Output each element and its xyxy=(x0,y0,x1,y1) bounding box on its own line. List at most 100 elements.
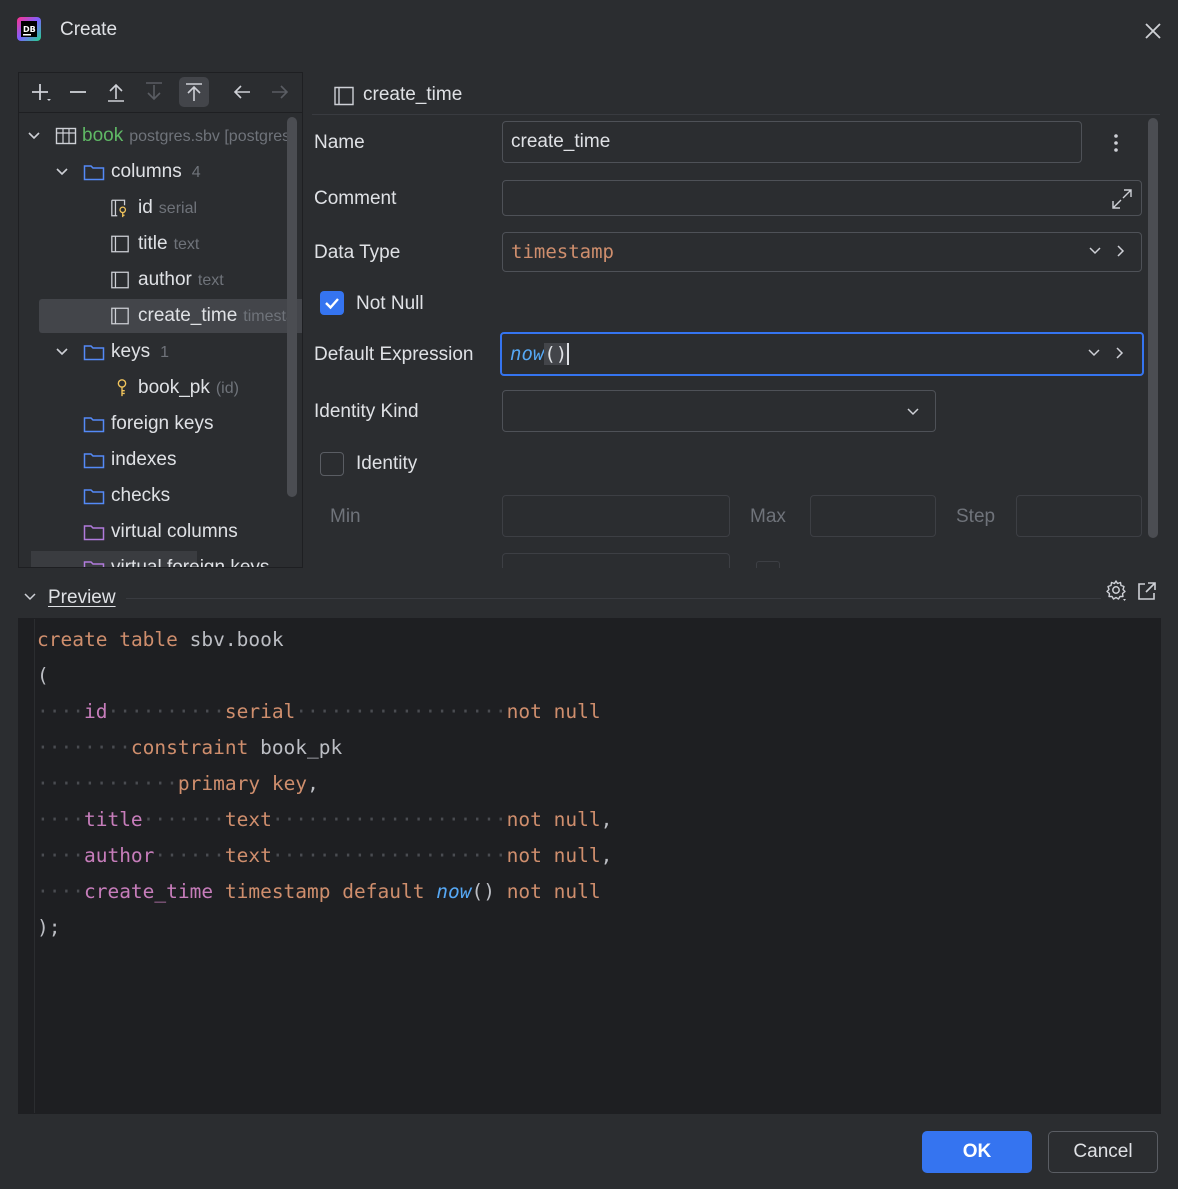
tree-item-table-book[interactable]: book postgres.sbv [postgres xyxy=(19,119,302,153)
folder-label: virtual foreign keys xyxy=(111,557,270,568)
cut-off-field xyxy=(502,553,730,568)
code-line: ); xyxy=(37,916,61,939)
properties-scrollbar[interactable] xyxy=(1148,118,1158,538)
column-name: title xyxy=(138,233,168,254)
open-external-icon[interactable] xyxy=(1136,580,1158,602)
move-top-icon xyxy=(186,83,202,101)
forward-button[interactable] xyxy=(265,77,295,107)
add-button[interactable] xyxy=(25,77,55,107)
folder-icon xyxy=(83,417,105,433)
tree-item-foreign-keys[interactable]: foreign keys xyxy=(19,407,302,441)
gear-icon[interactable] xyxy=(1104,578,1128,602)
tree-item-checks[interactable]: checks xyxy=(19,479,302,513)
app-logo-icon: DB xyxy=(17,17,41,41)
tree-item-indexes[interactable]: indexes xyxy=(19,443,302,477)
cancel-button[interactable]: Cancel xyxy=(1048,1131,1158,1173)
code-line: ( xyxy=(37,664,49,687)
preview-label[interactable]: Preview xyxy=(48,587,116,609)
remove-button[interactable] xyxy=(63,77,93,107)
column-icon xyxy=(334,86,354,106)
gutter-divider xyxy=(34,619,35,1113)
code-line: ····title·······text····················… xyxy=(37,808,613,831)
default-fn: now xyxy=(510,343,545,365)
folder-label: virtual columns xyxy=(111,521,238,542)
close-icon xyxy=(1145,23,1161,39)
folder-icon xyxy=(83,489,105,505)
min-field[interactable] xyxy=(502,495,730,537)
tree-item-virtual-columns[interactable]: virtual columns xyxy=(19,515,302,549)
tree-scrollbar[interactable] xyxy=(287,117,297,497)
code-line: ····create_time timestamp default now() … xyxy=(37,880,601,903)
default-expression-value: now() xyxy=(510,343,570,365)
chevron-down-icon[interactable] xyxy=(55,165,69,179)
tree-item-column-id[interactable]: id serial xyxy=(19,191,302,225)
virtual-folder-icon xyxy=(83,561,105,567)
name-label: Name xyxy=(314,132,365,153)
column-name: author xyxy=(138,269,192,290)
code-line: ············primary key, xyxy=(37,772,319,795)
divider xyxy=(312,114,1160,115)
tree-item-columns[interactable]: columns 4 xyxy=(19,155,302,189)
chevron-down-icon[interactable] xyxy=(22,589,38,605)
folder-label: foreign keys xyxy=(111,413,214,434)
column-type: text xyxy=(197,272,224,289)
tree-item-keys[interactable]: keys 1 xyxy=(19,335,302,369)
comment-field[interactable] xyxy=(502,180,1142,216)
data-type-field[interactable]: timestamp xyxy=(502,232,1142,272)
column-name: create_time xyxy=(138,305,238,326)
not-null-checkbox[interactable] xyxy=(320,291,344,315)
column-icon xyxy=(111,235,129,253)
step-label: Step xyxy=(956,506,996,527)
column-type: serial xyxy=(158,200,198,217)
table-icon xyxy=(55,127,77,145)
chevron-down-icon[interactable] xyxy=(55,345,69,359)
key-icon xyxy=(117,379,127,397)
tree-item-key-book-pk[interactable]: book_pk (id) xyxy=(19,371,302,405)
identity-checkbox[interactable] xyxy=(320,452,344,476)
comment-label: Comment xyxy=(314,188,397,209)
move-up-icon xyxy=(108,83,124,102)
folder-icon xyxy=(83,345,105,361)
min-label: Min xyxy=(330,506,361,527)
move-down-button[interactable] xyxy=(139,77,169,107)
chevron-down-icon[interactable] xyxy=(1087,243,1103,259)
move-top-button[interactable] xyxy=(179,77,209,107)
code-line: ····id··········serial··················… xyxy=(37,700,601,723)
virtual-folder-icon xyxy=(83,525,105,541)
default-expression-field[interactable]: now() xyxy=(500,332,1144,376)
ok-button[interactable]: OK xyxy=(922,1131,1032,1173)
max-field[interactable] xyxy=(810,495,936,537)
close-button[interactable] xyxy=(1138,16,1168,46)
folder-label: checks xyxy=(111,485,171,506)
back-button[interactable] xyxy=(227,77,257,107)
tree-toolbar xyxy=(19,73,302,113)
identity-kind-select[interactable] xyxy=(502,390,936,432)
divider xyxy=(300,568,1160,569)
chevron-right-icon[interactable] xyxy=(1112,345,1128,361)
default-parens: () xyxy=(544,343,570,365)
chevron-down-icon[interactable] xyxy=(27,129,41,143)
chevron-down-icon[interactable] xyxy=(1086,345,1102,361)
move-up-button[interactable] xyxy=(101,77,131,107)
not-null-label: Not Null xyxy=(356,293,424,314)
properties-title: create_time xyxy=(363,84,463,105)
code-line: ····author······text····················… xyxy=(37,844,613,867)
step-field[interactable] xyxy=(1016,495,1142,537)
chevron-right-icon[interactable] xyxy=(1113,243,1129,259)
keys-label: keys xyxy=(111,341,151,362)
more-options-button[interactable] xyxy=(1104,128,1128,158)
preview-editor[interactable]: create table sbv.book ( ····id··········… xyxy=(18,618,1161,1114)
primary-key-column-icon xyxy=(111,199,127,218)
tree-item-column-create-time[interactable]: create_time timesta xyxy=(39,299,302,333)
tree-item-virtual-foreign-keys[interactable]: virtual foreign keys xyxy=(31,551,269,567)
identity-label: Identity xyxy=(356,453,418,474)
column-icon xyxy=(111,271,129,289)
folder-icon xyxy=(83,165,105,181)
folder-icon xyxy=(83,453,105,469)
expand-icon[interactable] xyxy=(1109,186,1135,212)
folder-label: indexes xyxy=(111,449,177,470)
tree-item-column-author[interactable]: author text xyxy=(19,263,302,297)
remove-icon xyxy=(70,91,86,93)
tree-item-column-title[interactable]: title text xyxy=(19,227,302,261)
name-field[interactable]: create_time xyxy=(502,121,1082,163)
